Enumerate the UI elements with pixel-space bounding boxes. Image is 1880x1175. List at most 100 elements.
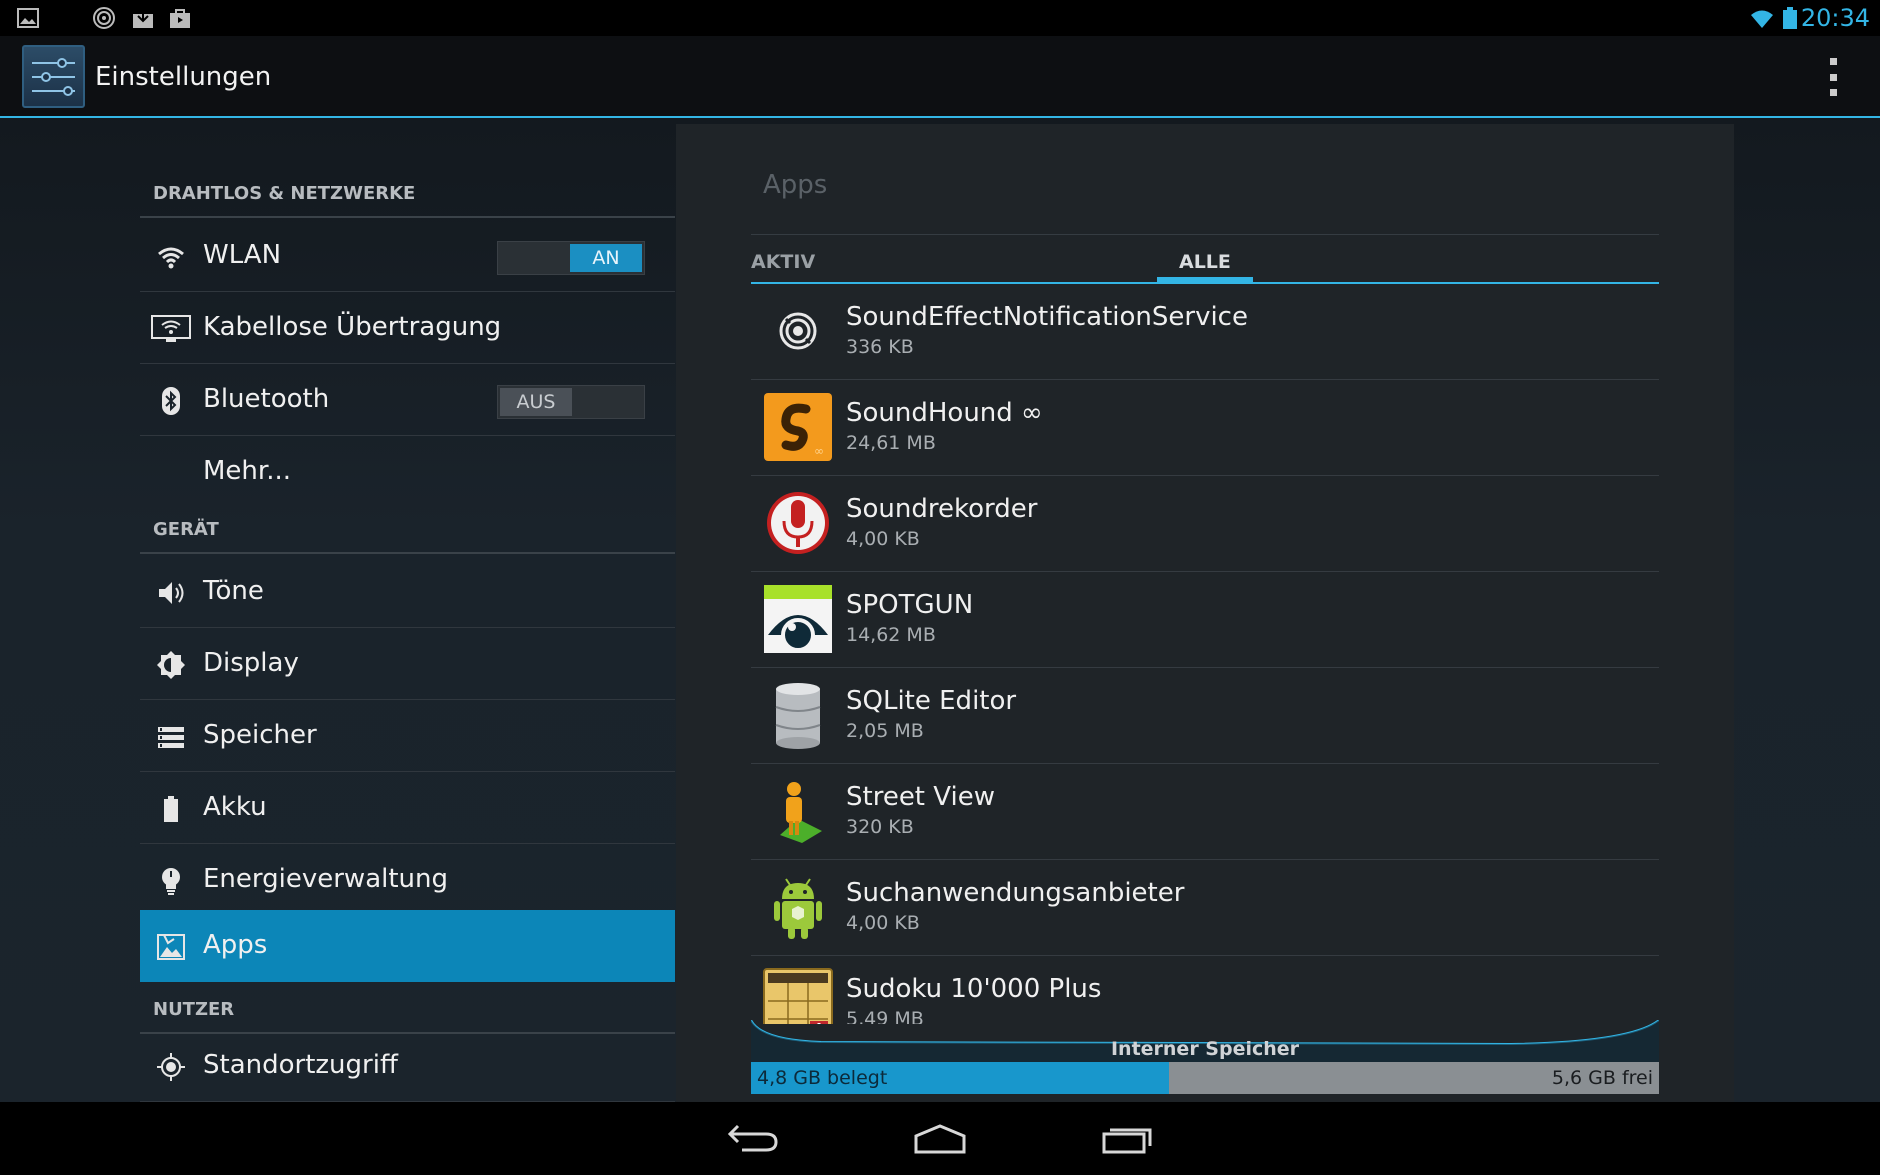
- section-header-device: GERÄT: [140, 504, 675, 554]
- download-icon: [133, 8, 153, 28]
- nav-item-display[interactable]: Display: [140, 628, 675, 700]
- nav-item-label: Kabellose Übertragung: [203, 312, 502, 342]
- app-size: 320 KB: [846, 816, 914, 838]
- tab-indicator: [1157, 277, 1253, 282]
- list-item[interactable]: Soundrekorder 4,00 KB: [751, 476, 1659, 572]
- app-list: SoundEffectNotificationService 336 KB ∞ …: [751, 284, 1659, 1024]
- app-name: SoundHound ∞: [846, 398, 1043, 428]
- nav-item-apps[interactable]: Apps: [140, 910, 675, 982]
- nav-item-location[interactable]: Standortzugriff: [140, 1030, 675, 1102]
- nav-item-label: Speicher: [203, 720, 317, 750]
- app-name: Soundrekorder: [846, 494, 1038, 524]
- nav-item-label: WLAN: [203, 240, 282, 270]
- microphone-icon: [767, 492, 829, 554]
- app-name: Sudoku 10'000 Plus: [846, 974, 1102, 1004]
- sound-effect-icon: [779, 312, 817, 350]
- app-size: 2,05 MB: [846, 720, 924, 742]
- home-icon[interactable]: [910, 1120, 970, 1156]
- battery-icon: [164, 796, 178, 822]
- toggle-state: AN: [570, 244, 642, 272]
- settings-nav: DRAHTLOS & NETZWERKE WLAN AN Kabellose Ü…: [140, 120, 675, 1102]
- nav-item-power[interactable]: Energieverwaltung: [140, 844, 675, 916]
- nav-item-label: Mehr...: [203, 456, 292, 486]
- nav-item-label: Standortzugriff: [203, 1050, 398, 1080]
- tab-all[interactable]: ALLE: [1179, 251, 1231, 273]
- wlan-toggle[interactable]: AN: [497, 241, 645, 275]
- list-item[interactable]: SQLite Editor 2,05 MB: [751, 668, 1659, 764]
- apps-panel: Apps AKTIV ALLE SoundEffectNotificationS…: [676, 124, 1734, 1102]
- pegman-icon: [780, 782, 822, 843]
- nav-item-label: Display: [203, 648, 299, 678]
- settings-screen: 20:34 Einstellungen DRAHTLOS & NETZWERKE…: [0, 0, 1880, 1175]
- volume-icon: [159, 582, 184, 604]
- bluetooth-icon: [162, 387, 180, 415]
- settings-sliders-icon[interactable]: [22, 45, 85, 108]
- svg-text:∞: ∞: [814, 444, 824, 458]
- list-item[interactable]: Suchanwendungsanbieter 4,00 KB: [751, 860, 1659, 956]
- action-bar: Einstellungen: [0, 36, 1880, 118]
- app-name: Suchanwendungsanbieter: [846, 878, 1185, 908]
- list-item[interactable]: ∞ SoundHound ∞ 24,61 MB: [751, 380, 1659, 476]
- section-header-user: NUTZER: [140, 984, 675, 1034]
- nav-item-bluetooth[interactable]: Bluetooth AUS: [140, 364, 675, 436]
- nav-item-storage[interactable]: Speicher: [140, 700, 675, 772]
- list-item[interactable]: Sudoku 10'000 Plus 5,49 MB: [751, 956, 1659, 1024]
- nav-item-label: Bluetooth: [203, 384, 330, 414]
- nav-item-label: Energieverwaltung: [203, 864, 449, 894]
- nav-item-more[interactable]: Mehr...: [140, 436, 675, 508]
- system-nav-bar: [0, 1102, 1880, 1175]
- page-title: Einstellungen: [95, 62, 272, 92]
- list-item[interactable]: Street View 320 KB: [751, 764, 1659, 860]
- sound-effect-icon: [93, 7, 115, 29]
- app-size: 24,61 MB: [846, 432, 936, 454]
- back-icon[interactable]: [722, 1120, 782, 1156]
- nav-item-wlan[interactable]: WLAN AN: [140, 220, 675, 292]
- wireless-display-icon: [151, 315, 191, 342]
- app-size: 336 KB: [846, 336, 914, 358]
- sudoku-icon: [763, 968, 833, 1024]
- storage-free-text: 5,6 GB frei: [1551, 1067, 1653, 1089]
- status-bar: 20:34: [0, 0, 1880, 36]
- app-name: SoundEffectNotificationService: [846, 302, 1248, 332]
- app-name: SQLite Editor: [846, 686, 1017, 716]
- storage-icon: [158, 727, 184, 748]
- wifi-icon: [158, 247, 184, 269]
- app-size: 4,00 KB: [846, 528, 920, 550]
- app-tabs: AKTIV ALLE: [751, 234, 1659, 284]
- app-size: 4,00 KB: [846, 912, 920, 934]
- nav-item-label: Apps: [203, 930, 268, 960]
- location-icon: [157, 1053, 185, 1081]
- spotgun-eye-icon: [764, 585, 832, 653]
- toggle-state: AUS: [500, 388, 572, 416]
- tab-active[interactable]: AKTIV: [751, 251, 815, 273]
- brightness-icon: [157, 651, 185, 679]
- overflow-menu-icon[interactable]: [1826, 58, 1840, 96]
- nav-item-wireless-display[interactable]: Kabellose Übertragung: [140, 292, 675, 364]
- android-icon: [774, 878, 822, 939]
- app-name: SPOTGUN: [846, 590, 974, 620]
- apps-icon: [157, 934, 185, 960]
- app-name: Street View: [846, 782, 995, 812]
- panel-title: Apps: [763, 170, 828, 200]
- recents-icon[interactable]: [1098, 1120, 1158, 1156]
- lightbulb-icon: [162, 868, 180, 895]
- bluetooth-toggle[interactable]: AUS: [497, 385, 645, 419]
- database-icon: [775, 683, 821, 749]
- app-size: 14,62 MB: [846, 624, 936, 646]
- nav-item-label: Akku: [203, 792, 267, 822]
- nav-item-sounds[interactable]: Töne: [140, 556, 675, 628]
- store-icon: [170, 9, 190, 28]
- list-item[interactable]: SoundEffectNotificationService 336 KB: [751, 284, 1659, 380]
- section-header-wireless: DRAHTLOS & NETZWERKE: [140, 168, 675, 218]
- clock: 20:34: [1800, 4, 1870, 32]
- storage-bar: 4,8 GB belegt 5,6 GB frei: [751, 1062, 1659, 1094]
- battery-icon: [1783, 7, 1797, 29]
- nav-item-label: Töne: [203, 576, 264, 606]
- list-item[interactable]: SPOTGUN 14,62 MB: [751, 572, 1659, 668]
- nav-item-battery[interactable]: Akku: [140, 772, 675, 844]
- picture-icon: [17, 8, 39, 28]
- storage-used-text: 4,8 GB belegt: [757, 1067, 888, 1089]
- wifi-icon: [1751, 10, 1773, 28]
- soundhound-icon: ∞: [764, 393, 832, 461]
- storage-label: Interner Speicher: [1110, 1038, 1300, 1060]
